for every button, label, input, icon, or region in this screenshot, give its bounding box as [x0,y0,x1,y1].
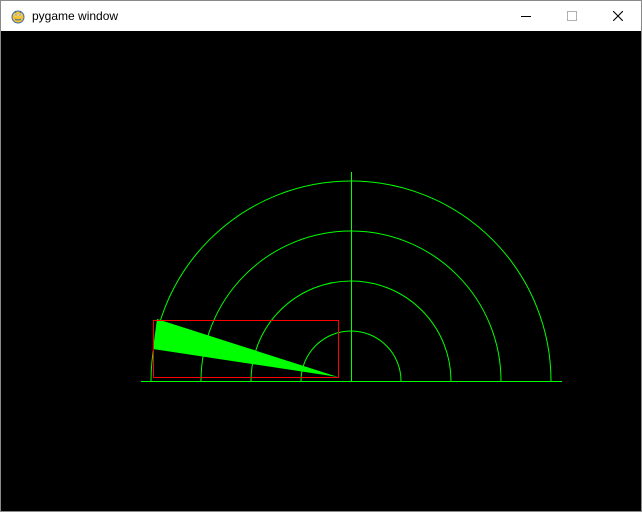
minimize-icon [521,16,531,17]
pygame-snake-icon [10,8,26,24]
game-canvas[interactable] [1,31,641,511]
close-button[interactable] [595,1,641,31]
close-icon [613,11,623,21]
minimize-button[interactable] [503,1,549,31]
scene-drawing [141,172,562,382]
pygame-window: pygame window [0,0,642,512]
filled-sector [153,319,338,377]
maximize-icon [567,11,577,21]
window-title: pygame window [32,9,119,23]
maximize-button[interactable] [549,1,595,31]
title-bar[interactable]: pygame window [1,1,641,31]
